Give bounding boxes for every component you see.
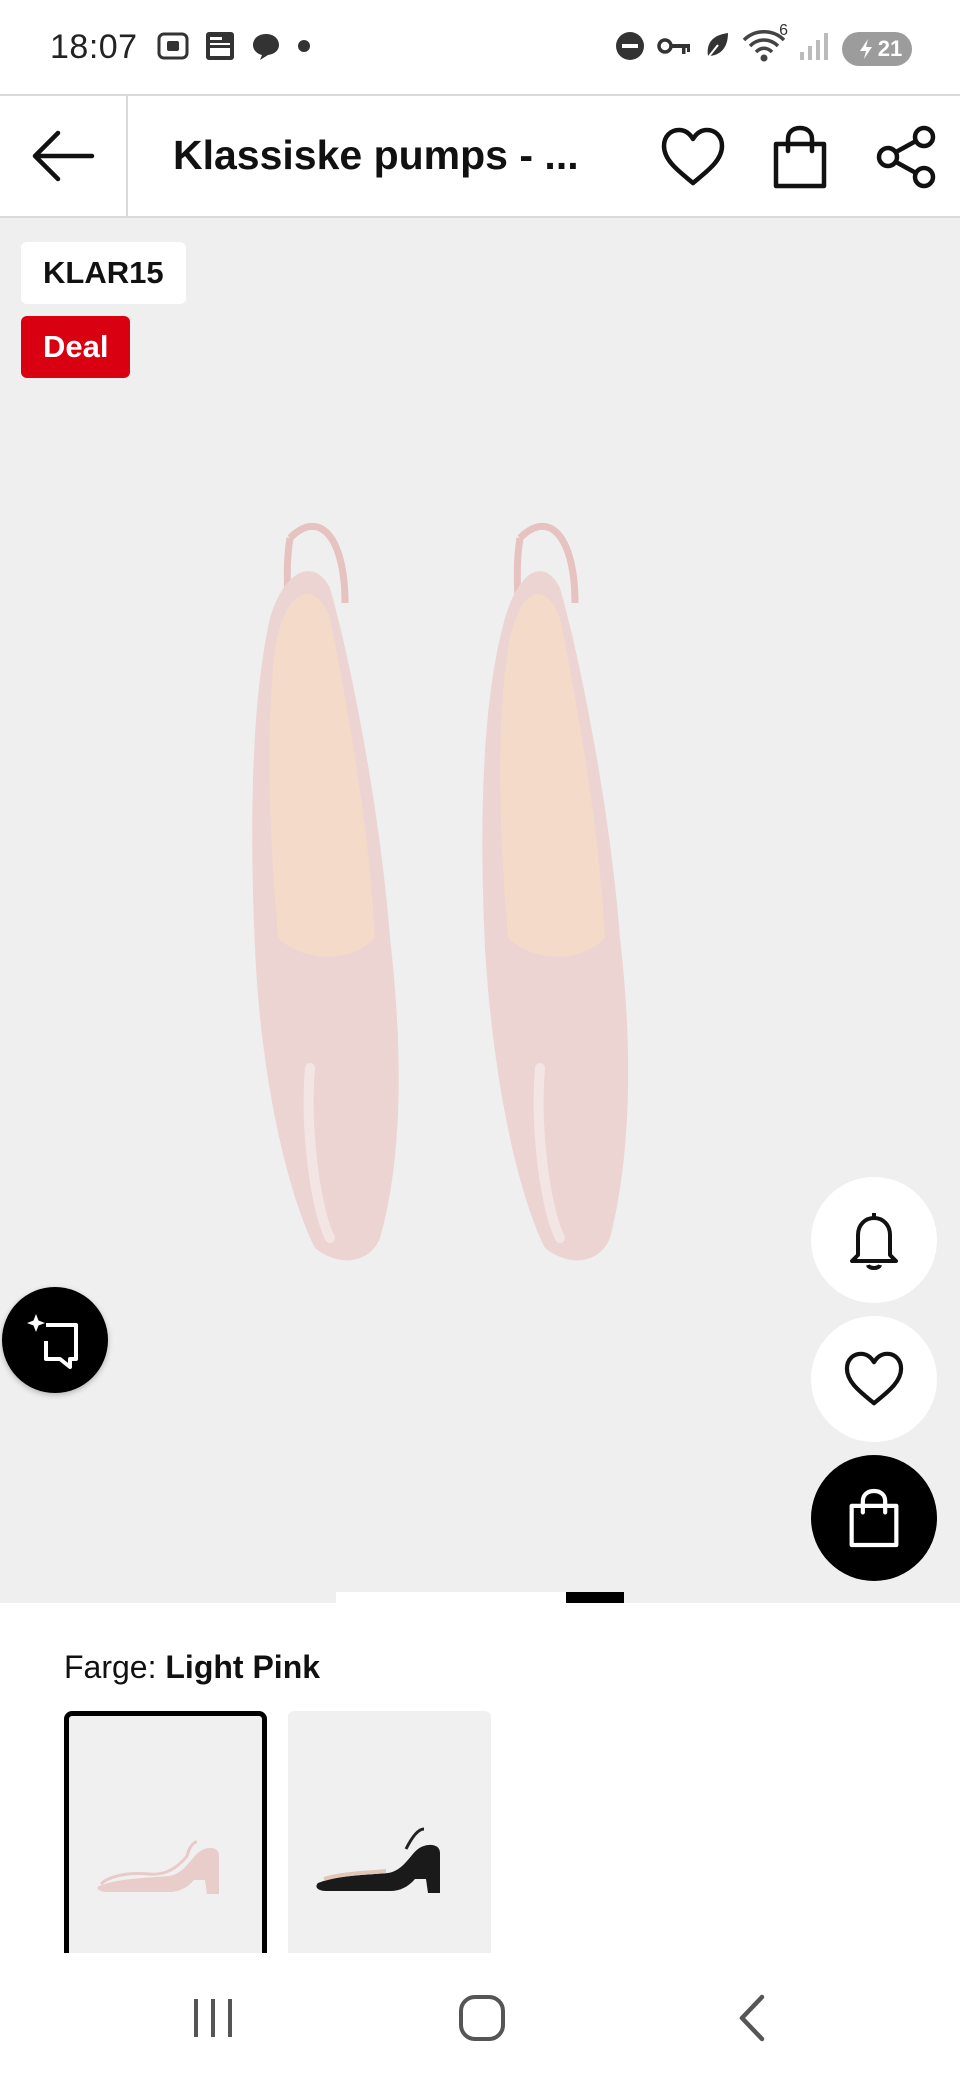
promo-code-badge: KLAR15 [21, 242, 186, 304]
black-shoe-thumbnail [316, 1827, 440, 1893]
product-image-gallery[interactable]: KLAR15 Deal [0, 218, 960, 1603]
shopping-bag-icon [849, 1488, 899, 1548]
status-left-icons [156, 30, 312, 67]
light-pink-shoe-thumbnail [97, 1840, 219, 1894]
network-badge: 6 [779, 22, 788, 39]
color-swatch-black[interactable] [288, 1711, 491, 1961]
news-icon [204, 30, 236, 67]
status-time: 18:07 [50, 28, 138, 66]
left-shoe [252, 523, 399, 1261]
status-right-icons: 6 21 [614, 22, 912, 69]
shopping-bag-icon [773, 125, 827, 189]
leaf-icon [702, 30, 732, 67]
home-button[interactable] [442, 1983, 522, 2053]
back-icon [739, 1994, 765, 2042]
dot-icon [296, 30, 312, 67]
signal-icon [798, 30, 832, 67]
color-label: Farge: Light Pink [64, 1649, 320, 1686]
recents-icon [194, 1999, 232, 2037]
share-icon [876, 125, 936, 189]
screenshot-icon [156, 30, 190, 67]
add-to-wishlist-button[interactable] [811, 1316, 937, 1442]
color-swatch-light-pink[interactable] [64, 1711, 267, 1961]
right-shoe [482, 523, 629, 1261]
app-header: Klassiske pumps - ... [0, 94, 960, 218]
heart-icon [844, 1351, 904, 1406]
cart-header-button[interactable] [765, 124, 835, 190]
product-image [252, 523, 629, 1261]
bell-icon [850, 1213, 898, 1270]
system-navigation-bar [0, 1953, 960, 2080]
battery-level: 21 [877, 35, 903, 61]
do-not-disturb-icon [614, 30, 646, 67]
carousel-indicator [336, 1592, 624, 1603]
home-icon [459, 1995, 505, 2041]
ai-sparkle-chat-icon [27, 1314, 78, 1369]
status-bar: 18:07 6 21 [0, 0, 960, 94]
selected-color-name: Light Pink [165, 1649, 321, 1685]
deal-badge: Deal [21, 316, 131, 378]
page-title: Klassiske pumps - ... [173, 132, 579, 178]
heart-icon [661, 127, 725, 186]
add-to-cart-button[interactable] [811, 1455, 937, 1581]
color-selector: Farge: Light Pink [0, 1603, 960, 1961]
vpn-key-icon [656, 30, 692, 67]
recents-button[interactable] [173, 1983, 253, 2053]
color-label-prefix: Farge: [64, 1649, 157, 1685]
battery-icon: 21 [842, 31, 912, 66]
ai-assistant-button[interactable] [2, 1287, 108, 1393]
wishlist-header-button[interactable] [658, 124, 728, 190]
back-arrow-icon [32, 130, 95, 182]
wifi-icon: 6 [742, 22, 788, 69]
notify-button[interactable] [811, 1177, 937, 1303]
share-button[interactable] [872, 124, 942, 190]
carousel-active-segment [566, 1592, 624, 1603]
system-back-button[interactable] [712, 1983, 792, 2053]
back-button[interactable] [0, 96, 128, 216]
chat-icon [250, 30, 282, 67]
